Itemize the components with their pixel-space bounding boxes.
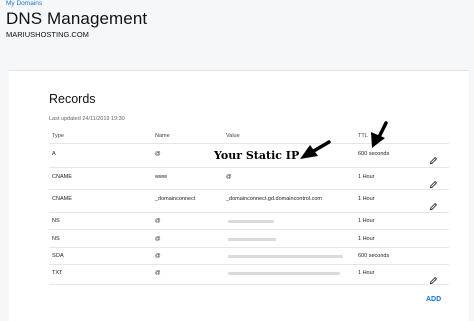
record-name: www (155, 174, 167, 180)
edit-record-button[interactable] (429, 152, 438, 165)
record-name: @ (155, 270, 161, 276)
arrow-icon (371, 121, 388, 148)
record-name: @ (155, 253, 161, 259)
record-ttl: 1 Hour (358, 196, 375, 202)
record-name: _domainconnect (155, 196, 196, 202)
row-divider (49, 189, 449, 190)
record-type: A (52, 151, 56, 157)
edit-record-button[interactable] (429, 198, 438, 211)
record-type: NS (52, 218, 60, 224)
add-record-button[interactable]: ADD (426, 296, 441, 303)
column-header-name[interactable]: Name (155, 133, 170, 139)
breadcrumb-my-domains[interactable]: My Domains (6, 0, 42, 7)
row-divider (49, 167, 449, 168)
column-header-value[interactable]: Value (226, 133, 240, 139)
last-updated-text: Last updated 24/11/2019 19:30 (49, 116, 125, 122)
record-name: @ (155, 218, 161, 224)
record-ttl: 1 Hour (358, 174, 375, 180)
redacted-value (228, 238, 276, 241)
record-ttl: 600 seconds (358, 253, 390, 259)
row-divider (49, 284, 449, 285)
record-type: TXT (52, 270, 63, 276)
record-ttl: 1 Hour (358, 270, 375, 276)
record-value: _domainconnect.gd.domaincontrol.com (226, 196, 323, 202)
redacted-value (228, 255, 343, 258)
column-header-type[interactable]: Type (52, 133, 64, 139)
domain-name: MARIUSHOSTING.COM (6, 30, 89, 39)
row-divider (49, 229, 449, 230)
record-type: CNAME (52, 174, 72, 180)
pencil-icon (429, 202, 438, 211)
row-divider (49, 264, 449, 265)
record-ttl: 1 Hour (358, 236, 375, 242)
record-name: @ (155, 151, 161, 157)
edit-record-button[interactable] (429, 272, 438, 285)
record-type: NS (52, 236, 60, 242)
arrow-icon (300, 140, 331, 159)
redacted-value (228, 220, 274, 223)
record-value: @ (226, 174, 232, 180)
record-type: CNAME (52, 196, 72, 202)
record-name: @ (155, 236, 161, 242)
redacted-value (228, 272, 340, 275)
record-ttl: 1 Hour (358, 218, 375, 224)
record-type: SOA (52, 253, 64, 259)
pencil-icon (429, 156, 438, 165)
column-header-ttl[interactable]: TTL (358, 133, 368, 139)
row-divider (49, 212, 449, 213)
annotation-text: Your Static IP (214, 149, 300, 162)
edit-record-button[interactable] (429, 176, 438, 189)
record-ttl: 600 seconds (358, 151, 390, 157)
records-heading: Records (49, 92, 96, 106)
page-title: DNS Management (6, 9, 148, 28)
pencil-icon (429, 180, 438, 189)
row-divider (49, 247, 449, 248)
